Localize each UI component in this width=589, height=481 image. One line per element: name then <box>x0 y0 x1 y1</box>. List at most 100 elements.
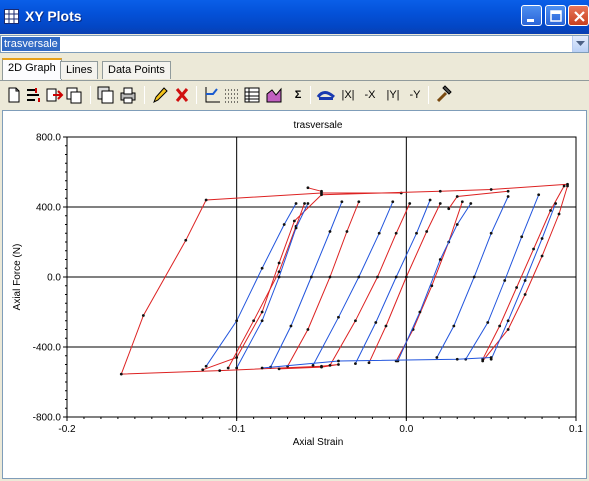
data-point <box>384 324 388 328</box>
data-point <box>289 324 293 328</box>
data-point <box>320 189 323 193</box>
data-point <box>532 247 535 251</box>
data-point <box>277 261 281 265</box>
series-line-red <box>287 201 360 367</box>
data-point <box>523 293 527 296</box>
data-point <box>520 235 524 239</box>
data-point <box>277 367 281 371</box>
x-tick-label: -0.2 <box>58 424 76 435</box>
data-point <box>141 314 145 317</box>
data-point <box>303 202 306 205</box>
data-point <box>557 212 561 216</box>
data-point <box>354 319 357 323</box>
series-line-red <box>227 203 305 369</box>
data-point <box>201 368 205 372</box>
data-point <box>489 356 493 359</box>
data-point <box>425 230 429 233</box>
data-point <box>226 366 230 370</box>
data-point <box>309 275 313 279</box>
data-point <box>328 275 332 279</box>
series-line-red <box>448 190 509 210</box>
y-axis-label: Axial Force (N) <box>12 244 23 311</box>
data-point <box>394 231 398 235</box>
data-point <box>337 363 340 366</box>
data-point <box>357 200 361 204</box>
data-point <box>260 319 264 323</box>
data-point <box>498 324 502 328</box>
data-point <box>404 275 408 279</box>
data-point <box>311 363 315 367</box>
data-point <box>204 364 208 368</box>
data-point <box>367 361 371 365</box>
data-point <box>277 275 281 279</box>
data-point <box>340 200 344 204</box>
data-point <box>294 226 298 230</box>
data-point <box>562 184 566 188</box>
data-point <box>455 223 459 226</box>
data-point <box>394 275 398 279</box>
data-point <box>452 324 456 328</box>
data-point <box>438 202 442 205</box>
series-line-red <box>329 203 411 366</box>
series-line-blue <box>312 201 394 366</box>
data-point <box>306 186 310 190</box>
data-point <box>320 193 323 197</box>
data-point <box>377 231 381 235</box>
y-tick-label: 0.0 <box>47 273 61 284</box>
data-point <box>472 275 476 279</box>
data-point <box>376 275 379 279</box>
data-point <box>328 363 332 367</box>
data-point <box>252 319 256 323</box>
series-line-blue <box>397 203 472 362</box>
x-tick-label: 0.0 <box>399 424 413 435</box>
data-point <box>391 200 395 204</box>
data-point <box>428 198 432 202</box>
data-point <box>438 258 442 261</box>
data-point <box>540 254 544 258</box>
data-point <box>218 369 222 373</box>
data-point <box>523 279 527 282</box>
xy-plots-window: XY Plots trasversale 2D Graph Lines Data… <box>0 0 589 481</box>
data-point <box>460 200 464 204</box>
data-point <box>337 359 340 363</box>
data-point <box>537 193 541 197</box>
x-axis-label: Axial Strain <box>293 437 344 448</box>
data-point <box>184 238 188 242</box>
data-point <box>455 357 459 361</box>
data-point <box>506 319 510 323</box>
data-point <box>260 310 264 314</box>
data-point <box>328 230 332 233</box>
data-point <box>489 188 493 191</box>
data-point <box>354 362 357 366</box>
data-point <box>469 202 473 205</box>
data-point <box>119 372 123 376</box>
data-point <box>235 366 239 370</box>
series-line-red <box>307 187 322 192</box>
data-point <box>566 184 569 188</box>
x-tick-label: -0.1 <box>228 424 246 435</box>
data-point <box>292 219 296 223</box>
data-point <box>260 266 264 270</box>
data-point <box>260 366 264 370</box>
y-tick-label: -400.0 <box>33 343 62 354</box>
data-point <box>408 202 412 205</box>
y-tick-label: 800.0 <box>36 133 61 144</box>
y-tick-label: 400.0 <box>36 203 61 214</box>
data-point <box>506 189 510 193</box>
data-point <box>306 202 310 205</box>
data-point <box>294 202 298 205</box>
data-point <box>486 321 490 324</box>
y-tick-label: -800.0 <box>33 413 62 424</box>
data-point <box>506 195 510 198</box>
data-point <box>506 328 510 331</box>
data-point <box>235 356 239 359</box>
x-tick-label: 0.1 <box>569 424 583 435</box>
data-point <box>554 202 558 205</box>
data-point <box>489 231 493 235</box>
series-line-blue <box>354 199 431 364</box>
chart-title: trasversale <box>294 120 343 131</box>
data-point <box>374 321 378 324</box>
data-point <box>357 275 361 279</box>
series-line-blue <box>490 203 557 360</box>
data-point <box>438 189 442 193</box>
